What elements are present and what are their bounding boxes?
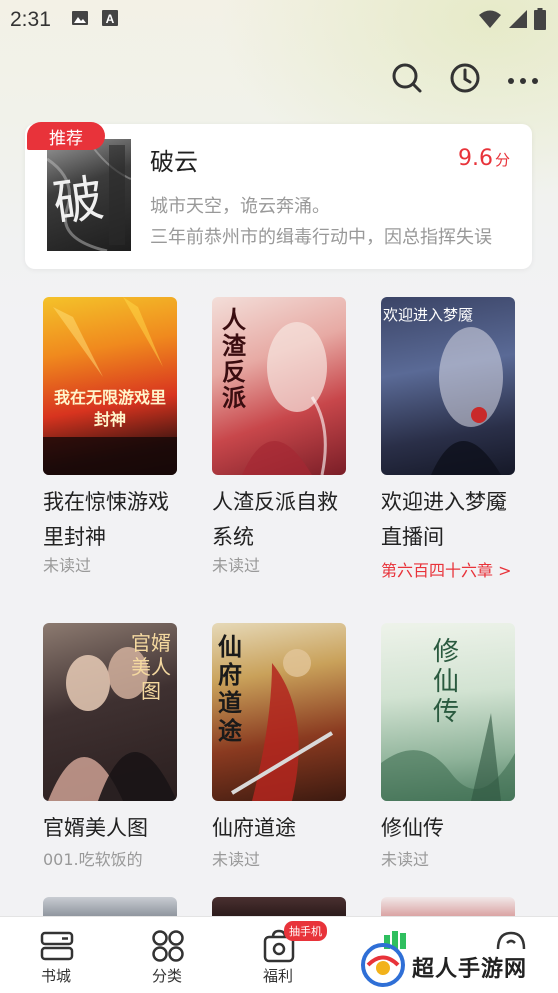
toolbar [390, 62, 540, 98]
status-time: 2:31 [10, 8, 51, 31]
read-progress: 未读过 [212, 556, 261, 575]
nav-label: 书城 [40, 967, 71, 985]
rating-unit: 分 [494, 151, 510, 169]
featured-description-line2: 三年前恭州市的缉毒行动中，因总指挥失误 [150, 227, 492, 248]
featured-description-line1: 城市天空，诡云奔涌。 [150, 196, 330, 217]
book-cover-partial[interactable] [381, 897, 515, 917]
history-button[interactable] [448, 62, 482, 98]
read-progress[interactable]: 第六百四十六章 > [381, 557, 512, 581]
book-cover-title: 欢迎进入梦魇 [383, 306, 474, 324]
book-cover[interactable]: 我在无限游戏里封神 [43, 297, 177, 475]
status-bar: 2:31 A [0, 0, 558, 40]
book-cover-title: 我在无限游戏里封神 [53, 388, 166, 429]
clock-icon [449, 62, 481, 98]
nav-label: 分类 [151, 967, 182, 985]
recommend-badge: 推荐 [27, 122, 105, 150]
book-cover-title: 修仙传 [432, 637, 459, 727]
bookstore-icon [40, 929, 74, 963]
book-title: 欢迎进入梦魇直播间 [381, 490, 507, 549]
book-cover-partial[interactable] [43, 897, 177, 917]
book-cover[interactable]: 仙府道途 [212, 623, 346, 801]
featured-book-cover[interactable]: 破 [47, 139, 131, 251]
wifi-icon [478, 9, 502, 33]
book-title: 我在惊悚游戏里封神 [43, 490, 169, 549]
book-title: 修仙传 [381, 816, 444, 840]
rating-value: 9.6 [457, 146, 493, 171]
image-icon [71, 9, 89, 31]
featured-cover-title: 破 [49, 168, 108, 234]
nav-item-category[interactable]: 分类 [127, 917, 207, 993]
battery-icon [534, 8, 546, 34]
watermark-logo-icon [360, 942, 406, 992]
book-cover-title: 仙府道途 [218, 632, 242, 745]
nav-item-bookstore[interactable]: 书城 [16, 917, 96, 993]
book-title: 官婿美人图 [43, 816, 148, 840]
book-cover[interactable]: 修仙传 [381, 623, 515, 801]
nav-item-welfare[interactable]: 抽手机 福利 [238, 917, 327, 993]
book-cover[interactable]: 人渣反派 [212, 297, 346, 475]
category-icon [151, 929, 185, 963]
nav-label: 福利 [262, 967, 293, 985]
book-title: 人渣反派自救系统 [212, 490, 338, 549]
book-cover-title: 人渣反派 [222, 305, 246, 412]
book-title: 仙府道途 [212, 816, 296, 840]
search-button[interactable] [390, 62, 424, 98]
read-progress: 未读过 [381, 850, 430, 869]
book-cover[interactable]: 官婿美人图 [43, 623, 177, 801]
search-icon [391, 62, 423, 98]
book-cover-partial[interactable] [212, 897, 346, 917]
read-progress: 001.吃软饭的 [43, 850, 143, 869]
featured-title: 破云 [150, 148, 198, 176]
more-button[interactable] [506, 62, 540, 98]
featured-book-card[interactable]: 推荐 破 破云 9.6 分 城市天空，诡云奔涌。 三年前恭州市的缉毒行动中，因总指… [25, 122, 532, 269]
book-cover-title: 官婿美人图 [131, 631, 171, 703]
more-dots-icon [507, 71, 539, 90]
watermark-text: 超人手游网 [412, 956, 528, 982]
promo-badge: 抽手机 [284, 921, 327, 941]
signal-icon [508, 9, 528, 33]
read-progress: 未读过 [212, 850, 261, 869]
watermark: 超人手游网 [360, 940, 558, 993]
read-progress: 未读过 [43, 556, 92, 575]
font-icon: A [101, 9, 119, 31]
featured-rating: 9.6 分 [458, 146, 510, 171]
svg-text:A: A [106, 12, 115, 26]
book-cover[interactable]: 欢迎进入梦魇 [381, 297, 515, 475]
